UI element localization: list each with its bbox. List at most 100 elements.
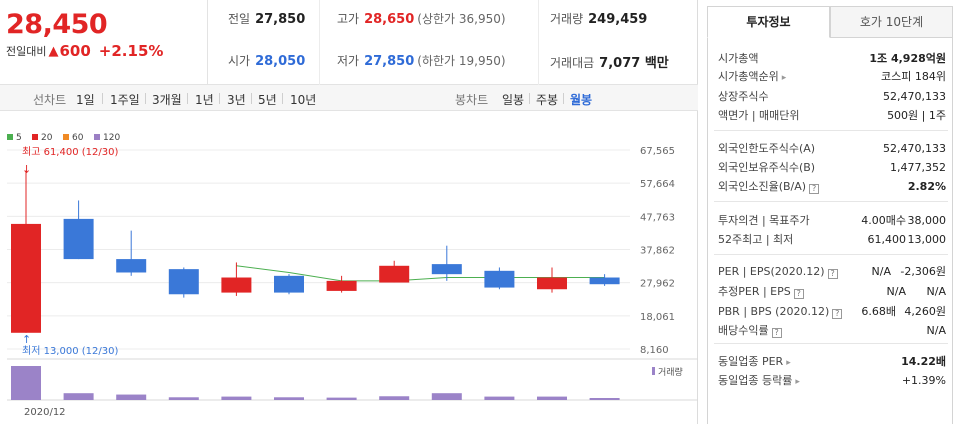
candle-body [537, 277, 567, 290]
chevron-right-icon: ▸ [795, 377, 800, 387]
volume-bar [379, 396, 410, 400]
legend-swatch [63, 134, 69, 140]
candle-body [589, 277, 620, 285]
current-price-box: 28,450 전일대비 ▲ 600 +2.15% [0, 0, 208, 85]
trade-amount: 거래대금 7,077 백만 [550, 56, 669, 71]
tab-3y[interactable]: 3년 [227, 91, 246, 108]
legend-swatch [7, 134, 13, 140]
tab-10y[interactable]: 10년 [290, 91, 316, 108]
divider [529, 93, 530, 104]
tab-daily[interactable]: 일봉 [502, 91, 524, 108]
volume-bar [221, 396, 252, 400]
market-cap-rank-row[interactable]: 시가총액순위 ▸ 코스피 184위 [718, 69, 946, 84]
volume-bar [326, 397, 357, 400]
tab-invest-info[interactable]: 투자정보 [707, 6, 830, 38]
help-icon[interactable]: ? [771, 328, 782, 338]
help-icon[interactable]: ? [809, 184, 820, 194]
candle-body [484, 270, 515, 288]
legend-label: 60 [72, 133, 84, 143]
divider [538, 0, 539, 85]
invest-info-box: 시가총액 1조 4,928억원 시가총액순위 ▸ 코스피 184위 상장주식수 5… [707, 38, 953, 424]
up-triangle-icon: ▲ [48, 43, 59, 59]
opinion-row: 투자의견 | 목표주가 4.00매수 38,000 [718, 214, 946, 227]
tab-1y[interactable]: 1년 [195, 91, 214, 108]
low-price: 저가 27,850 (하한가 19,950) [337, 54, 506, 69]
diff-value: 600 [59, 42, 91, 60]
divider [187, 93, 188, 104]
main-area: 28,450 전일대비 ▲ 600 +2.15% 전일 27,850 고가 28,6… [0, 0, 698, 424]
face-value-row: 액면가 | 매매단위 500원 | 1주 [718, 109, 946, 122]
divider [251, 93, 252, 104]
tab-1w[interactable]: 1주일 [110, 91, 140, 108]
per-eps-row: PER | EPS(2020.12)? N/A -2,306원 [718, 265, 946, 279]
tab-3m[interactable]: 3개월 [152, 91, 182, 108]
candle-body [168, 269, 199, 295]
high-arrow-icon: ↓ [22, 163, 31, 176]
legend-swatch [32, 134, 38, 140]
volume-legend-swatch [652, 367, 655, 375]
candle-body [116, 259, 147, 273]
price-chart: 5 20 60 120 67,565 57,664 47,763 37,862 27,962 18… [0, 111, 698, 424]
candle-body [221, 277, 252, 293]
candle-body [379, 265, 410, 283]
divider [714, 201, 948, 202]
divider [714, 130, 948, 131]
tab-1d[interactable]: 1일 [76, 91, 95, 108]
legend-label: 120 [103, 133, 120, 143]
side-tabs: 투자정보 호가 10단계 [707, 6, 953, 38]
divider [563, 93, 564, 104]
diff-label: 전일대비 [6, 45, 47, 58]
y-tick-label: 37,862 [640, 246, 675, 257]
high-annotation: 최고 61,400 (12/30) [22, 146, 118, 158]
help-icon[interactable]: ? [793, 289, 804, 299]
volume-bar [589, 398, 620, 400]
help-icon[interactable]: ? [827, 269, 838, 279]
industry-rate-row[interactable]: 동일업종 등락률 ▸ +1.39% [718, 373, 946, 388]
foreign-limit-row: 외국인한도주식수(A) 52,470,133 [718, 142, 946, 155]
industry-per-row[interactable]: 동일업종 PER ▸ 14.22배 [718, 354, 946, 369]
divider [219, 93, 220, 104]
listed-shares-row: 상장주식수 52,470,133 [718, 90, 946, 103]
candle-body [63, 218, 94, 260]
low-arrow-icon: ↑ [22, 333, 31, 346]
prev-close: 전일 27,850 [228, 12, 306, 27]
chevron-right-icon: ▸ [781, 73, 787, 83]
candle-body [326, 280, 357, 291]
volume-bar [168, 397, 199, 400]
line-chart-label: 선차트 [33, 93, 67, 107]
help-icon[interactable]: ? [832, 309, 843, 319]
candle-body [11, 223, 41, 333]
volume-label: 거래량 [658, 366, 683, 378]
tab-monthly[interactable]: 월봉 [570, 91, 592, 108]
tab-hoga[interactable]: 호가 10단계 [830, 6, 953, 38]
divider [282, 93, 283, 104]
diff-percent: +2.15% [98, 42, 164, 60]
price-summary: 전일 27,850 고가 28,650 (상한가 36,950) 거래량 249,459… [208, 0, 698, 85]
legend-swatch [94, 134, 100, 140]
week52-row: 52주최고 | 최저 61,400 13,000 [718, 233, 946, 246]
candle-chart-label: 봉차트 [455, 93, 489, 107]
price-change: 전일대비 ▲ 600 +2.15% [6, 42, 207, 60]
volume-bar [537, 396, 567, 400]
y-tick-label: 57,664 [640, 179, 675, 190]
side-panel: 투자정보 호가 10단계 시가총액 1조 4,928억원 시가총액순위 ▸ 코스피… [704, 0, 955, 424]
market-cap-row: 시가총액 1조 4,928억원 [718, 52, 946, 65]
candle-body [274, 275, 304, 293]
tab-5y[interactable]: 5년 [258, 91, 277, 108]
volume-bar [63, 393, 94, 400]
candle-body [431, 264, 462, 275]
volume-bar [116, 394, 147, 400]
legend-label: 5 [16, 133, 22, 143]
y-tick-label: 18,061 [640, 312, 675, 323]
candlestick-chart: 5 20 60 120 67,565 57,664 47,763 37,862 27,962 18… [7, 133, 698, 418]
divider [714, 343, 948, 344]
divider [102, 93, 103, 104]
high-price: 고가 28,650 (상한가 36,950) [337, 12, 506, 27]
open-price: 시가 28,050 [228, 54, 306, 69]
foreign-hold-row: 외국인보유주식수(B) 1,477,352 [718, 161, 946, 174]
volume: 거래량 249,459 [550, 12, 648, 27]
y-tick-label: 47,763 [640, 212, 675, 223]
tab-weekly[interactable]: 주봉 [536, 91, 558, 108]
legend-label: 20 [41, 133, 53, 143]
volume-bar [431, 393, 462, 400]
